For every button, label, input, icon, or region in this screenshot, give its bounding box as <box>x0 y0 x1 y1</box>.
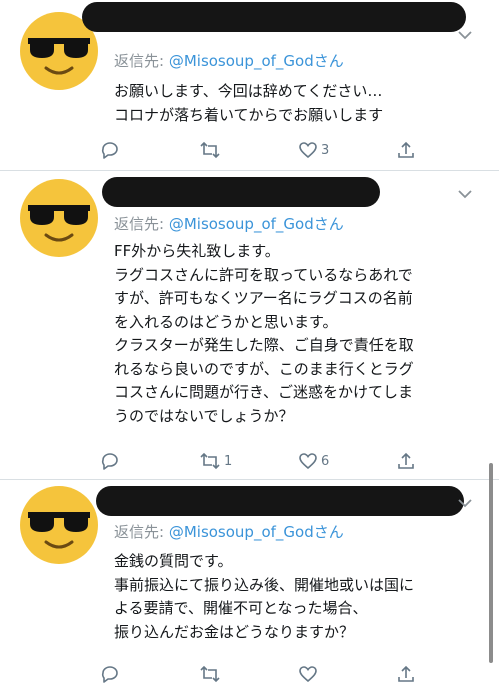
tweet-text-line: れるなら良いのですが、このまま行くとラグ <box>114 359 414 378</box>
reply-handle-link[interactable]: @Misosoup_of_Godさん <box>169 523 344 541</box>
tweet-1[interactable]: 返信先: @Misosoup_of_Godさん お願いします、今回は辞めてくださ… <box>0 0 499 170</box>
retweet-count: 1 <box>224 453 233 469</box>
tweet-text-line: クラスターが発生した際、ご自身で責任を取 <box>114 336 414 354</box>
redacted-username <box>102 177 380 207</box>
tweet-2[interactable]: 返信先: @Misosoup_of_Godさん FF外から失礼致します。 ラグコ… <box>0 171 499 479</box>
retweet-button[interactable] <box>199 662 224 686</box>
scrollbar[interactable] <box>489 463 493 663</box>
reply-icon <box>101 666 118 683</box>
reply-handle-link[interactable]: @Misosoup_of_Godさん <box>169 215 344 233</box>
sunglasses-emoji-icon <box>28 512 90 549</box>
retweet-icon <box>200 141 220 159</box>
like-count: 6 <box>321 453 330 469</box>
share-icon <box>398 141 414 158</box>
share-button[interactable] <box>396 662 416 686</box>
chevron-down-icon[interactable] <box>457 30 473 40</box>
tweet-text-line: 振り込んだお金はどうなりますか？ <box>114 622 355 641</box>
retweet-icon <box>200 452 220 470</box>
tweet-text-line: ラグコスさんに許可を取っているならあれで <box>114 265 413 284</box>
reply-to-line: 返信先: @Misosoup_of_Godさん <box>114 50 344 71</box>
tweet-text-line: を入れるのはどうかと思います。 <box>114 312 338 331</box>
reply-button[interactable] <box>99 449 122 473</box>
reply-to-line: 返信先: @Misosoup_of_Godさん <box>114 213 344 234</box>
tweet-text-line: 事前振込にて振り込み後、開催地或いは国に <box>114 575 415 594</box>
redacted-username <box>96 486 464 516</box>
reply-to-line: 返信先: @Misosoup_of_Godさん <box>114 521 344 542</box>
tweet-text-line: FF外から失礼致します。 <box>114 242 280 260</box>
redacted-username <box>82 2 466 32</box>
reply-icon <box>101 453 118 470</box>
heart-icon <box>299 453 317 470</box>
share-icon <box>398 665 414 682</box>
reply-icon <box>101 142 118 159</box>
reply-button[interactable] <box>99 138 122 162</box>
tweet-text-line: お願いします、今回は辞めてください… <box>114 82 383 100</box>
reply-prefix: 返信先: <box>114 215 169 233</box>
tweet-text: 金銭の質問です。 事前振込にて振り込み後、開催地或いは国に よる要請で、開催不可… <box>114 550 414 644</box>
like-count: 3 <box>321 142 330 158</box>
tweet-text-line: コスさんに問題が行き、ご迷惑をかけてしま <box>114 383 413 401</box>
chevron-down-icon[interactable] <box>457 498 473 508</box>
tweet-text-line: すが、許可もなくツアー名にラグコスの名前 <box>114 289 413 307</box>
like-button[interactable]: 3 <box>298 138 329 162</box>
reply-prefix: 返信先: <box>114 52 169 70</box>
tweet-text-line: コロナが落ち着いてからでお願いします <box>114 105 384 124</box>
like-button[interactable] <box>298 662 321 686</box>
avatar[interactable] <box>20 486 98 564</box>
tweet-3[interactable]: 返信先: @Misosoup_of_Godさん 金銭の質問です。 事前振込にて振… <box>0 480 499 683</box>
share-icon <box>398 452 414 469</box>
like-button[interactable]: 6 <box>298 449 329 473</box>
tweet-text-line: 金銭の質問です。 <box>114 552 233 570</box>
action-bar: 1 6 <box>0 449 499 473</box>
retweet-icon <box>200 665 220 683</box>
tweet-text-line: うのではないでしょうか？ <box>114 406 294 425</box>
action-bar: 3 <box>0 138 499 162</box>
share-button[interactable] <box>396 449 416 473</box>
reply-handle-link[interactable]: @Misosoup_of_Godさん <box>169 52 344 70</box>
retweet-button[interactable] <box>199 138 224 162</box>
heart-icon <box>299 666 317 683</box>
tweet-text-line: よる要請で、開催不可となった場合、 <box>114 599 368 617</box>
reply-button[interactable] <box>99 662 122 686</box>
tweet-text: お願いします、今回は辞めてください… コロナが落ち着いてからでお願いします <box>114 80 383 127</box>
heart-icon <box>299 142 317 159</box>
sunglasses-emoji-icon <box>28 205 90 242</box>
share-button[interactable] <box>396 138 416 162</box>
chevron-down-icon[interactable] <box>457 189 473 199</box>
action-bar <box>0 662 499 686</box>
reply-prefix: 返信先: <box>114 523 169 541</box>
avatar[interactable] <box>20 179 98 257</box>
tweet-text: FF外から失礼致します。 ラグコスさんに許可を取っているならあれで すが、許可も… <box>114 240 414 428</box>
retweet-button[interactable]: 1 <box>199 449 232 473</box>
